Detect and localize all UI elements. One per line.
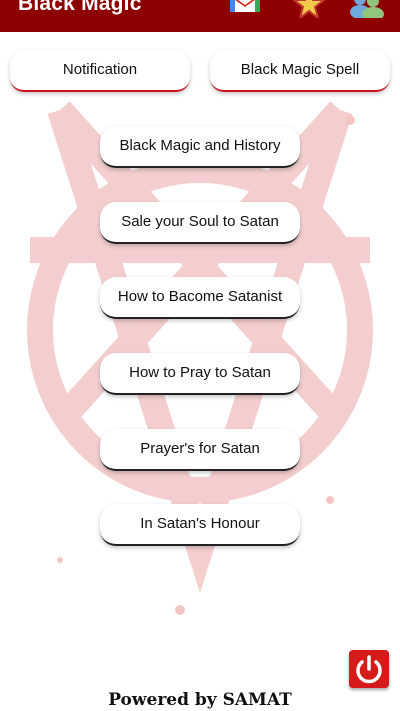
app-bar: Black Magic bbox=[0, 0, 400, 32]
users-icon[interactable] bbox=[348, 0, 384, 18]
notification-button[interactable]: Notification bbox=[10, 50, 190, 92]
power-icon bbox=[356, 655, 382, 684]
power-button[interactable] bbox=[349, 650, 389, 688]
black-magic-spell-button[interactable]: Black Magic Spell bbox=[210, 50, 390, 92]
menu-button-history[interactable]: Black Magic and History bbox=[100, 126, 300, 168]
menu-button-honour[interactable]: In Satan's Honour bbox=[100, 504, 300, 546]
menu-button-pray[interactable]: How to Pray to Satan bbox=[100, 353, 300, 395]
footer-credit: Powered by SAMAT bbox=[108, 690, 292, 710]
app-title: Black Magic bbox=[18, 0, 142, 15]
menu-button-become-satanist[interactable]: How to Bacome Satanist bbox=[100, 277, 300, 319]
menu-button-prayers[interactable]: Prayer's for Satan bbox=[100, 429, 300, 471]
star-icon[interactable] bbox=[292, 0, 326, 18]
menu-button-sale-soul[interactable]: Sale your Soul to Satan bbox=[100, 202, 300, 244]
gmail-icon[interactable] bbox=[228, 0, 262, 18]
